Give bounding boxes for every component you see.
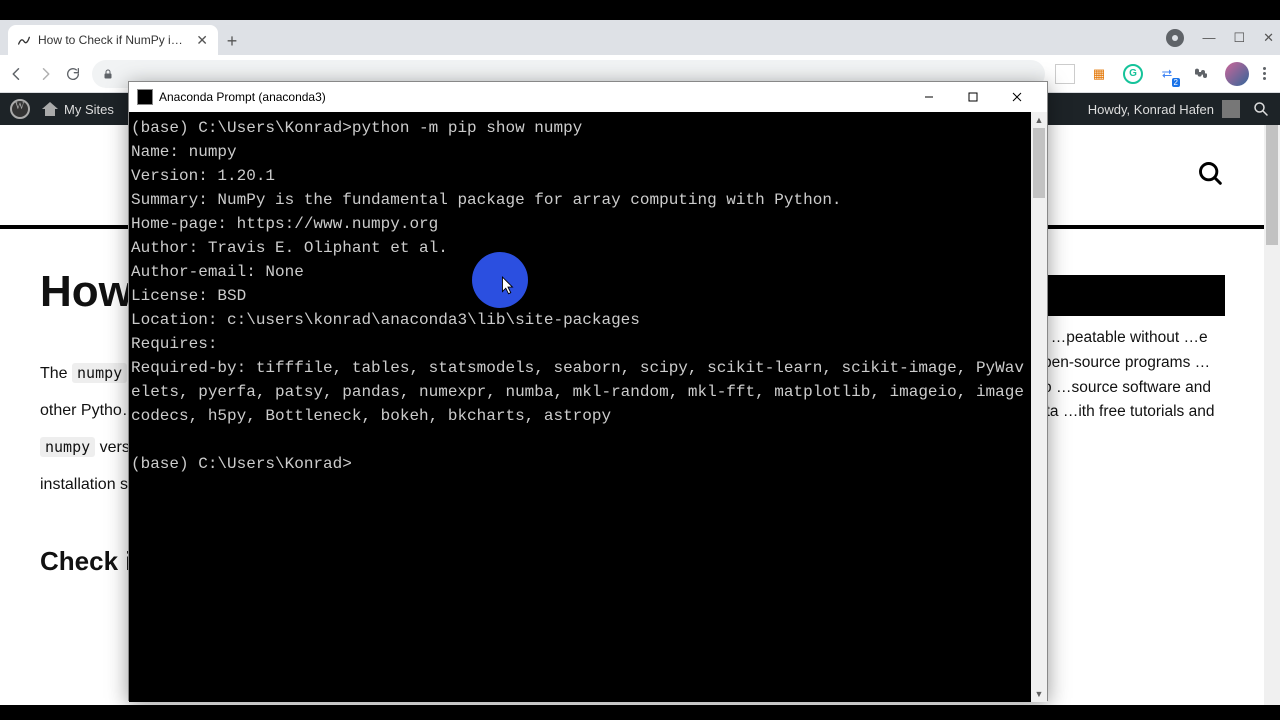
translate-icon[interactable]: ⮂2 (1157, 64, 1177, 84)
new-tab-button[interactable]: + (218, 27, 246, 55)
anaconda-title-text: Anaconda Prompt (anaconda3) (159, 90, 326, 104)
page-scrollbar[interactable] (1264, 125, 1280, 705)
cmd-icon (137, 89, 153, 105)
inline-code: numpy (72, 363, 127, 383)
grammarly-icon[interactable]: G (1123, 64, 1143, 84)
window-close-button[interactable] (995, 82, 1039, 112)
my-sites-link[interactable]: My Sites (42, 102, 114, 117)
wp-search-button[interactable] (1252, 100, 1270, 118)
chrome-close-button[interactable]: ✕ (1263, 30, 1274, 46)
extension-icons: ▦ G ⮂2 (1055, 62, 1272, 86)
profile-indicator-icon[interactable] (1166, 29, 1184, 47)
tab-strip: How to Check if NumPy is Install ✕ + — ☐… (0, 20, 1280, 55)
inline-code: numpy (40, 437, 95, 457)
tab-title: How to Check if NumPy is Install (38, 33, 188, 47)
anaconda-titlebar[interactable]: Anaconda Prompt (anaconda3) (129, 82, 1047, 112)
browser-tab-active[interactable]: How to Check if NumPy is Install ✕ (8, 25, 218, 55)
chrome-menu-button[interactable] (1263, 67, 1266, 80)
back-button[interactable] (8, 65, 26, 83)
cursor-highlight (472, 252, 528, 308)
greeting-link[interactable]: Howdy, Konrad Hafen (1088, 100, 1240, 118)
scroll-up-button[interactable]: ▲ (1031, 112, 1047, 128)
reload-button[interactable] (64, 65, 82, 83)
house-icon (42, 102, 58, 116)
scroll-down-button[interactable]: ▼ (1031, 686, 1047, 702)
forward-button[interactable] (36, 65, 54, 83)
extension-icon[interactable]: ▦ (1089, 64, 1109, 84)
extension-icon[interactable] (1055, 64, 1075, 84)
chrome-window-controls: — ☐ ✕ (1166, 20, 1274, 55)
extensions-puzzle-icon[interactable] (1191, 64, 1211, 84)
window-maximize-button[interactable] (951, 82, 995, 112)
terminal-output: (base) C:\Users\Konrad>python -m pip sho… (129, 112, 1031, 480)
sidebar-search-button[interactable] (1197, 160, 1225, 188)
letterbox-top (0, 0, 1280, 20)
greeting-text: Howdy, Konrad Hafen (1088, 102, 1214, 117)
browser-window: How to Check if NumPy is Install ✕ + — ☐… (0, 20, 1280, 700)
chrome-maximize-button[interactable]: ☐ (1233, 30, 1245, 46)
lock-icon (102, 68, 114, 80)
tab-close-button[interactable]: ✕ (194, 32, 210, 49)
page-scrollbar-thumb[interactable] (1266, 125, 1278, 245)
anaconda-window: Anaconda Prompt (anaconda3) (base) C:\Us… (128, 81, 1048, 701)
terminal-scrollbar-thumb[interactable] (1033, 128, 1045, 198)
terminal-body[interactable]: (base) C:\Users\Konrad>python -m pip sho… (129, 112, 1047, 702)
cursor-icon (500, 276, 516, 296)
chrome-minimize-button[interactable]: — (1202, 30, 1215, 45)
window-minimize-button[interactable] (907, 82, 951, 112)
avatar (1222, 100, 1240, 118)
my-sites-label: My Sites (64, 102, 114, 117)
terminal-scrollbar[interactable]: ▲ ▼ (1031, 112, 1047, 702)
site-favicon (16, 32, 32, 48)
profile-avatar[interactable] (1225, 62, 1249, 86)
wordpress-logo-icon[interactable] (10, 99, 30, 119)
